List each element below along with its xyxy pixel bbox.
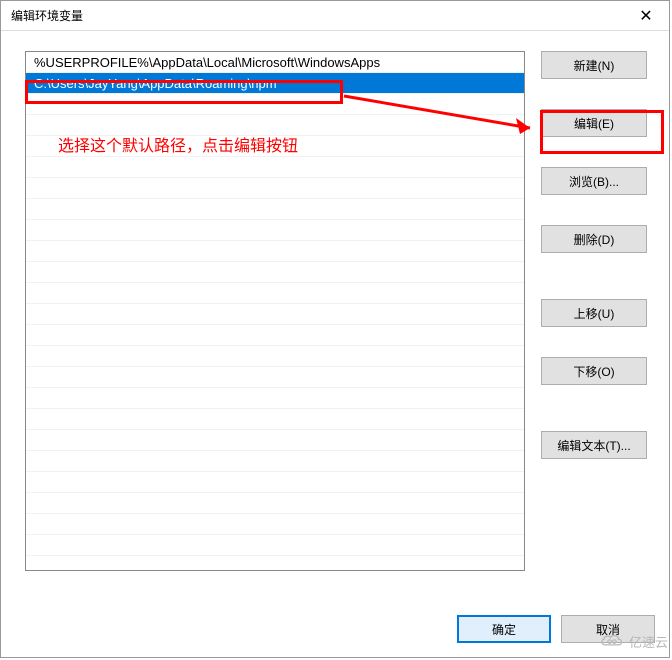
- ok-button[interactable]: 确定: [457, 615, 551, 643]
- watermark-text: 亿速云: [629, 632, 668, 651]
- dialog-window: 编辑环境变量 ✕ %USERPROFILE%\AppData\Local\Mic…: [0, 0, 670, 658]
- close-button[interactable]: ✕: [623, 1, 669, 31]
- footer-buttons: 确定 取消: [1, 615, 655, 643]
- titlebar: 编辑环境变量 ✕: [1, 1, 669, 31]
- button-column: 新建(N) 编辑(E) 浏览(B)... 删除(D) 上移(U) 下移(O) 编…: [541, 51, 647, 571]
- delete-button[interactable]: 删除(D): [541, 225, 647, 253]
- edit-text-button[interactable]: 编辑文本(T)...: [541, 431, 647, 459]
- list-rules: [26, 94, 524, 570]
- browse-button[interactable]: 浏览(B)...: [541, 167, 647, 195]
- list-item[interactable]: %USERPROFILE%\AppData\Local\Microsoft\Wi…: [26, 52, 524, 73]
- move-down-button[interactable]: 下移(O): [541, 357, 647, 385]
- close-icon: ✕: [639, 6, 652, 26]
- cloud-icon: [599, 631, 625, 652]
- content-area: %USERPROFILE%\AppData\Local\Microsoft\Wi…: [1, 31, 669, 657]
- move-up-button[interactable]: 上移(U): [541, 299, 647, 327]
- window-title: 编辑环境变量: [11, 7, 83, 24]
- list-item[interactable]: C:\Users\JayYang\AppData\Roaming\npm: [26, 73, 524, 94]
- path-listbox[interactable]: %USERPROFILE%\AppData\Local\Microsoft\Wi…: [25, 51, 525, 571]
- watermark: 亿速云: [599, 631, 668, 652]
- edit-button[interactable]: 编辑(E): [541, 109, 647, 137]
- new-button[interactable]: 新建(N): [541, 51, 647, 79]
